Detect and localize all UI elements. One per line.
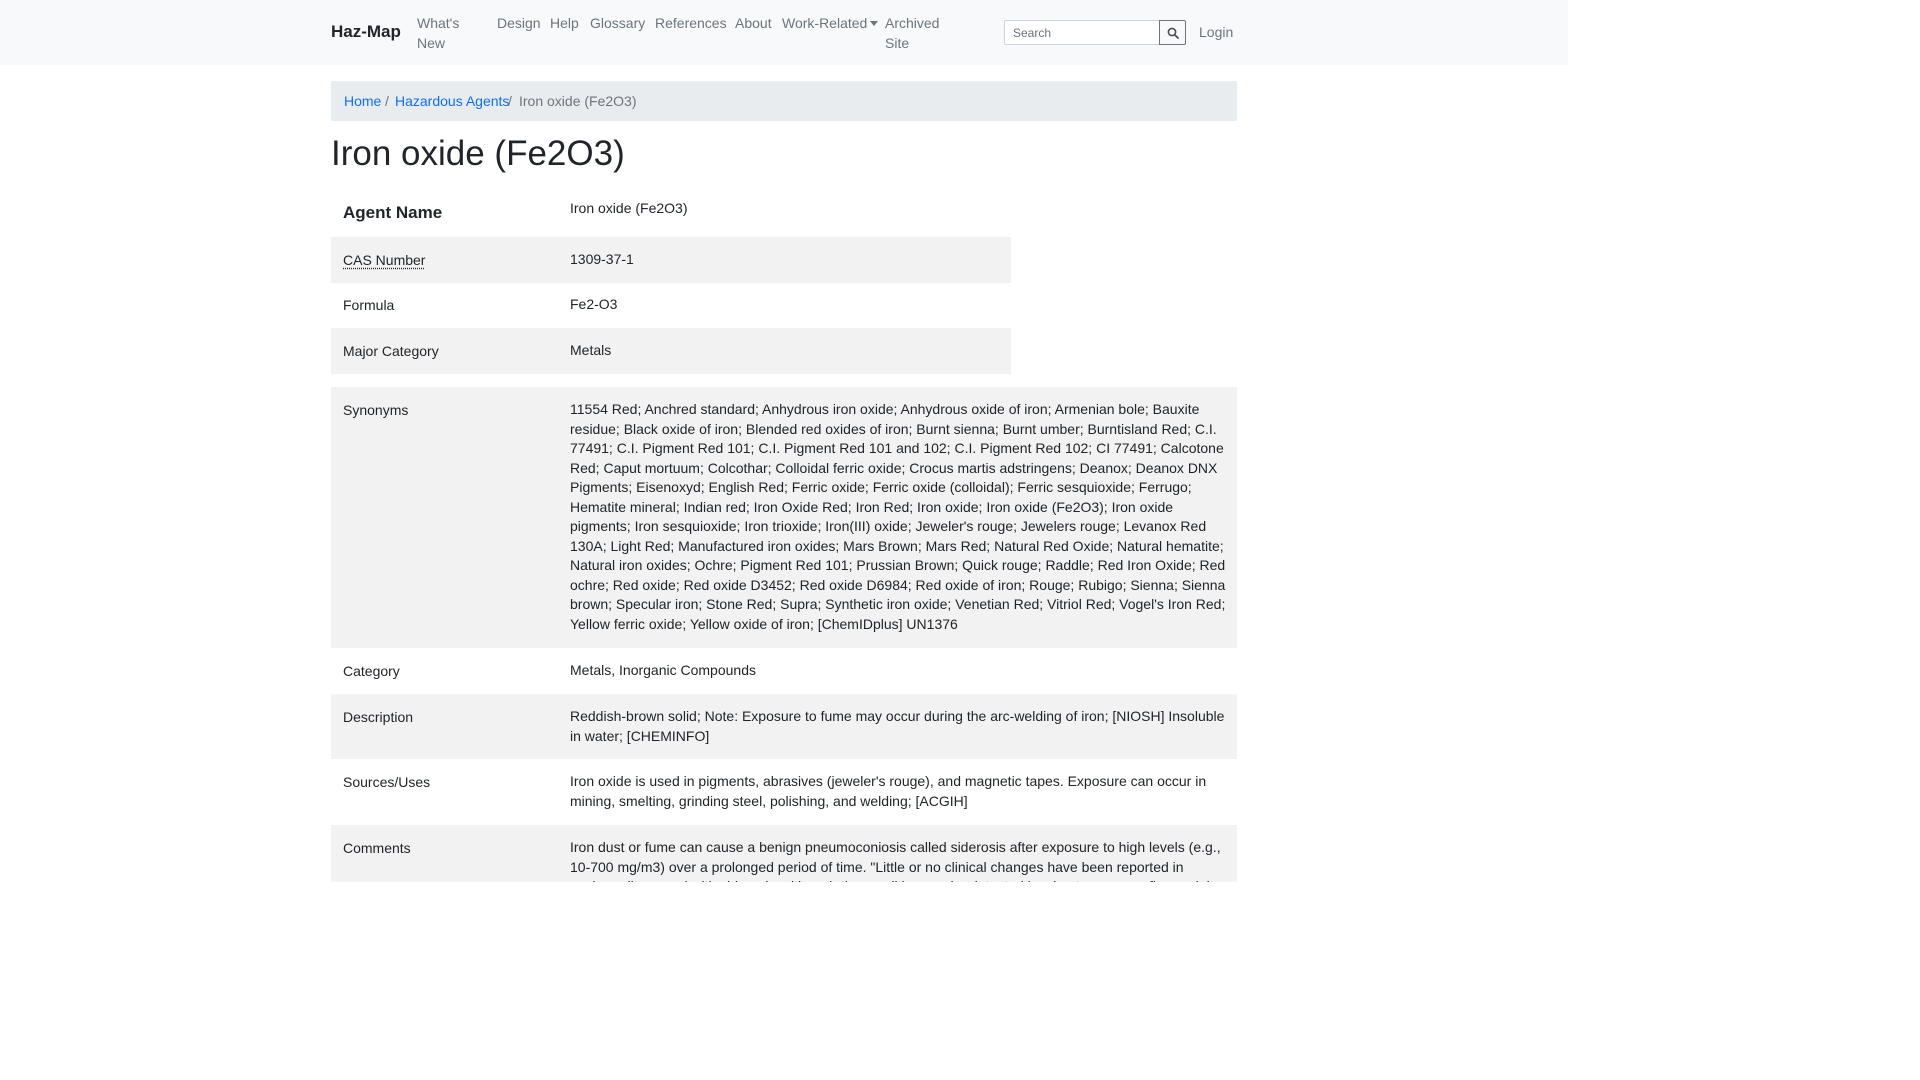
description-label: Description <box>343 709 414 725</box>
breadcrumb-hazardous-agents-link[interactable]: Hazardous Agents <box>395 93 509 109</box>
page-title: Iron oxide (Fe2O3) <box>331 134 625 173</box>
cas-number-value: 1309-37-1 <box>570 251 634 267</box>
major-category-label: Major Category <box>343 343 439 359</box>
detail-row-agent-name: Agent Name Iron oxide (Fe2O3) <box>331 187 1011 237</box>
nav-work-related-label: Work-Related <box>782 15 868 31</box>
login-link[interactable]: Login <box>1199 22 1233 42</box>
formula-label: Formula <box>343 297 395 313</box>
sources-uses-label: Sources/Uses <box>343 774 431 790</box>
cas-number-label: CAS Number <box>343 252 426 268</box>
breadcrumb-separator: / <box>508 93 512 109</box>
synonyms-label: Synonyms <box>343 402 409 418</box>
nav-about[interactable]: About <box>735 13 772 33</box>
detail-row-sources-uses: Sources/Uses Iron oxide is used in pigme… <box>331 759 1237 825</box>
nav-glossary[interactable]: Glossary <box>590 13 645 33</box>
comments-label: Comments <box>343 840 411 856</box>
comments-value: Iron dust or fume can cause a benign pne… <box>570 839 1222 882</box>
nav-archived-site[interactable]: Archived Site <box>885 13 955 53</box>
breadcrumb-home-link[interactable]: Home <box>344 93 381 109</box>
caret-down-icon <box>870 21 879 26</box>
brand-logo-link[interactable]: Haz-Map <box>331 22 401 42</box>
description-value: Reddish-brown solid; Note: Exposure to f… <box>570 708 1225 744</box>
nav-design[interactable]: Design <box>497 13 541 33</box>
detail-row-category: Category Metals, Inorganic Compounds <box>331 648 1237 694</box>
agent-name-value: Iron oxide (Fe2O3) <box>570 200 688 216</box>
nav-whats-new[interactable]: What's New <box>417 13 479 53</box>
breadcrumb: Home / Hazardous Agents / Iron oxide (Fe… <box>331 81 1237 121</box>
detail-row-comments: Comments Iron dust or fume can cause a b… <box>331 825 1237 882</box>
formula-value: Fe2-O3 <box>570 296 618 312</box>
search-icon <box>1167 27 1179 39</box>
detail-row-major-category: Major Category Metals <box>331 328 1011 374</box>
synonyms-value: 11554 Red; Anchred standard; Anhydrous i… <box>570 401 1226 632</box>
sources-uses-value: Iron oxide is used in pigments, abrasive… <box>570 773 1207 809</box>
nav-work-related-dropdown[interactable]: Work-Related <box>782 13 879 33</box>
search-input[interactable] <box>1004 20 1160 45</box>
nav-help[interactable]: Help <box>550 13 579 33</box>
detail-row-formula: Formula Fe2-O3 <box>331 283 1011 328</box>
detail-row-synonyms: Synonyms 11554 Red; Anchred standard; An… <box>331 387 1237 648</box>
nav-references[interactable]: References <box>655 13 727 33</box>
category-label: Category <box>343 663 400 679</box>
top-navbar: Haz-Map What's New Design Help Glossary … <box>0 0 1568 65</box>
major-category-value: Metals <box>570 342 612 358</box>
breadcrumb-current: Iron oxide (Fe2O3) <box>519 93 637 109</box>
agent-name-label: Agent Name <box>343 203 443 222</box>
breadcrumb-separator: / <box>385 93 389 109</box>
category-value: Metals, Inorganic Compounds <box>570 662 756 678</box>
detail-row-cas-number: CAS Number 1309-37-1 <box>331 237 1011 283</box>
search-button[interactable] <box>1159 20 1186 45</box>
detail-row-description: Description Reddish-brown solid; Note: E… <box>331 694 1237 759</box>
